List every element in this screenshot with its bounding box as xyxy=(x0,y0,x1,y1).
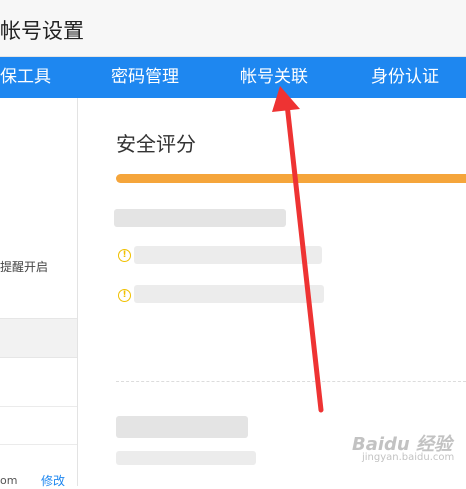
page-title: 帐号设置 xyxy=(0,19,84,43)
blurred-text xyxy=(134,246,322,264)
tab-bar: 保工具 密码管理 帐号关联 身份认证 xyxy=(0,57,466,98)
divider xyxy=(0,406,77,407)
sidebar-section-band xyxy=(0,318,77,358)
baidu-watermark: Baidu 经验 jingyan.baidu.com xyxy=(324,428,462,468)
blurred-text xyxy=(114,209,286,227)
tab-identity-verification[interactable]: 身份认证 xyxy=(371,57,439,98)
blurred-text xyxy=(116,416,248,438)
warning-icon: ! xyxy=(118,249,131,262)
page-header: 帐号设置 xyxy=(0,0,466,57)
divider xyxy=(116,381,466,382)
blurred-text xyxy=(134,285,324,303)
account-value: om xyxy=(0,474,18,487)
watermark-url: jingyan.baidu.com xyxy=(362,452,455,463)
tab-security-tools[interactable]: 保工具 xyxy=(0,57,51,98)
edit-link[interactable]: 修改 xyxy=(41,472,65,489)
divider xyxy=(0,444,77,445)
blurred-text xyxy=(116,451,256,465)
security-score-title: 安全评分 xyxy=(116,132,196,156)
tab-password-management[interactable]: 密码管理 xyxy=(111,57,179,98)
warning-icon: ! xyxy=(118,289,131,302)
sidebar: 提醒开启 om 修改 xyxy=(0,98,78,489)
security-score-bar xyxy=(116,174,466,183)
tab-account-linking[interactable]: 帐号关联 xyxy=(240,57,308,98)
reminder-status: 提醒开启 xyxy=(0,260,49,274)
